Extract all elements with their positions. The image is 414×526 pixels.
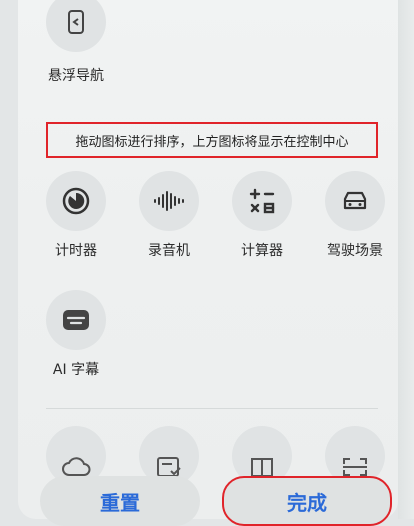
document-check-icon: [157, 457, 181, 477]
calculator-tile[interactable]: [232, 171, 292, 231]
sort-hint: 拖动图标进行排序，上方图标将显示在控制中心: [46, 122, 378, 158]
book-icon: [251, 458, 273, 477]
timer-label: 计时器: [55, 243, 97, 259]
calculator-icon: [249, 188, 275, 214]
cloud-icon: [62, 457, 91, 476]
ai-subtitle-icon: [63, 310, 89, 330]
driving-scene-tile[interactable]: [325, 171, 385, 231]
floating-nav-icon: [68, 10, 84, 34]
panel-edge: [398, 0, 414, 519]
calculator-label: 计算器: [241, 243, 283, 259]
timer-icon: [62, 187, 90, 215]
section-divider: [46, 408, 378, 409]
recorder-tile[interactable]: [139, 171, 199, 231]
scan-icon: [343, 458, 367, 476]
car-icon: [343, 191, 367, 210]
ai-subtitle-tile[interactable]: [46, 290, 106, 350]
floating-nav-label: 悬浮导航: [48, 68, 104, 84]
timer-tile[interactable]: [46, 171, 106, 231]
driving-scene-label: 驾驶场景: [327, 243, 383, 259]
ai-subtitle-label: AI 字幕: [52, 362, 100, 378]
recorder-icon: [154, 191, 184, 211]
recorder-label: 录音机: [148, 243, 190, 259]
